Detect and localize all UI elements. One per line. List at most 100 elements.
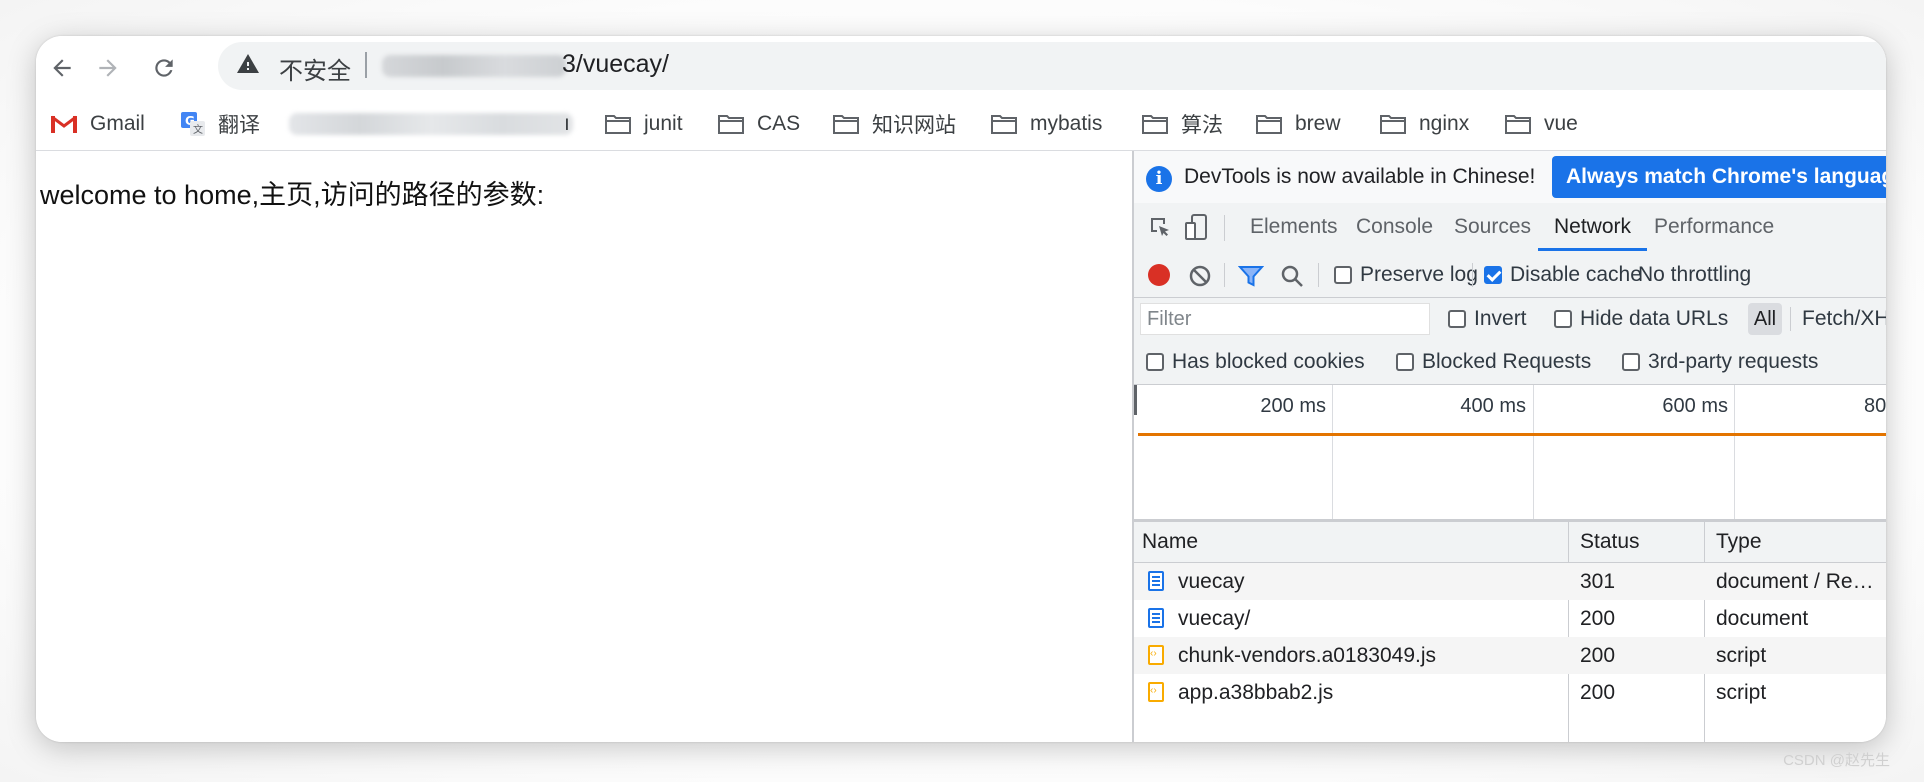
invert-label: Invert <box>1474 307 1527 330</box>
blurred-bookmarks <box>289 113 573 135</box>
folder-icon <box>991 115 1017 134</box>
script-icon <box>1148 645 1164 665</box>
timeline-gridline <box>1332 385 1333 519</box>
reload-icon <box>155 59 173 77</box>
hide-data-urls-label: Hide data URLs <box>1580 307 1729 330</box>
table-header: Name Status Type <box>1134 522 1886 563</box>
filter-icon[interactable] <box>1238 264 1264 288</box>
row-name: vuecay/ <box>1178 607 1251 630</box>
row-name: app.a38bbab2.js <box>1178 681 1334 704</box>
network-overview-timeline[interactable]: 200 ms 400 ms 600 ms 800 ms <box>1134 385 1886 522</box>
third-party-requests-checkbox[interactable]: 3rd-party requests <box>1622 340 1818 384</box>
bookmark-blurred-tail[interactable]: ı <box>564 98 570 150</box>
info-icon: i <box>1146 166 1172 192</box>
bookmark-folder-brew[interactable]: brew <box>1255 98 1341 150</box>
table-row[interactable]: vuecay 301 document / Re… <box>1134 563 1886 600</box>
bookmark-folder-nginx[interactable]: nginx <box>1379 98 1469 150</box>
table-row[interactable]: vuecay/ 200 document <box>1134 600 1886 637</box>
filter-all-button[interactable]: All <box>1748 303 1782 335</box>
tab-performance[interactable]: Performance <box>1654 203 1774 251</box>
bookmark-folder-vue[interactable]: vue <box>1504 98 1578 150</box>
security-label[interactable]: 不安全 <box>279 51 351 86</box>
arrow-left-icon <box>53 59 71 77</box>
table-row[interactable]: app.a38bbab2.js 200 script <box>1134 674 1886 711</box>
inspect-element-icon[interactable] <box>1148 215 1172 239</box>
checkbox-unchecked <box>1396 353 1414 371</box>
bookmark-folder-cas[interactable]: CAS <box>717 98 800 150</box>
tab-network[interactable]: Network <box>1538 203 1648 251</box>
bookmark-label: nginx <box>1419 112 1470 135</box>
hide-data-urls-checkbox[interactable]: Hide data URLs <box>1554 298 1728 340</box>
row-status: 200 <box>1580 644 1616 667</box>
timeline-gridline <box>1734 385 1735 519</box>
blocked-requests-checkbox[interactable]: Blocked Requests <box>1396 340 1591 384</box>
bookmark-folder-mybatis[interactable]: mybatis <box>990 98 1102 150</box>
checkbox-unchecked <box>1448 310 1466 328</box>
folder-icon <box>605 115 631 134</box>
reload-button[interactable] <box>144 48 184 88</box>
table-row[interactable]: chunk-vendors.a0183049.js 200 script <box>1134 637 1886 674</box>
clear-icon[interactable] <box>1188 264 1212 288</box>
tab-console[interactable]: Console <box>1356 203 1433 251</box>
match-language-button[interactable]: Always match Chrome's language <box>1552 156 1886 198</box>
tab-sources[interactable]: Sources <box>1454 203 1531 251</box>
has-blocked-cookies-checkbox[interactable]: Has blocked cookies <box>1146 340 1365 384</box>
disable-cache-checkbox[interactable]: Disable cache <box>1484 253 1642 297</box>
bookmark-folder-knowledge[interactable]: 知识网站 <box>832 98 956 150</box>
invert-checkbox[interactable]: Invert <box>1448 298 1527 340</box>
row-status: 200 <box>1580 681 1616 704</box>
column-name[interactable]: Name <box>1142 522 1198 562</box>
bookmark-folder-junit[interactable]: junit <box>604 98 683 150</box>
script-icon <box>1148 682 1164 702</box>
folder-icon <box>1505 115 1531 134</box>
url-text[interactable]: 3/vuecay/ <box>562 50 669 79</box>
filter-input[interactable]: Filter <box>1140 303 1430 335</box>
blocked-requests-label: Blocked Requests <box>1422 350 1592 373</box>
folder-icon <box>833 115 859 134</box>
blurred-host <box>382 55 566 77</box>
forward-button[interactable] <box>88 48 128 88</box>
row-type: document / Re… <box>1716 570 1874 593</box>
toolbar-divider <box>1790 307 1791 331</box>
devtools-tabs: Elements Console Sources Network Perform… <box>1134 203 1886 254</box>
record-icon[interactable] <box>1148 264 1170 286</box>
bookmark-folder-algorithms[interactable]: 算法 <box>1141 98 1223 150</box>
row-status: 301 <box>1580 570 1616 593</box>
timeline-cursor <box>1134 385 1137 415</box>
row-name: chunk-vendors.a0183049.js <box>1178 644 1437 667</box>
column-type[interactable]: Type <box>1716 522 1762 562</box>
toolbar-divider <box>1224 263 1225 287</box>
checkbox-unchecked <box>1146 353 1164 371</box>
tab-elements[interactable]: Elements <box>1250 203 1338 251</box>
device-toolbar-icon[interactable] <box>1184 213 1208 241</box>
bookmark-label: 翻译 <box>218 114 260 137</box>
page-viewport: welcome to home,主页,访问的路径的参数: <box>36 151 1132 742</box>
filter-fetch-xhr-button[interactable]: Fetch/XHR <box>1802 298 1886 340</box>
watermark: CSDN @赵先生 <box>1783 752 1890 769</box>
bookmark-label: brew <box>1295 112 1341 135</box>
bookmark-label: 知识网站 <box>872 114 956 137</box>
bookmark-label: CAS <box>757 112 801 135</box>
toolbar-divider <box>1472 263 1473 287</box>
infobar-message: DevTools is now available in Chinese! <box>1184 165 1536 188</box>
bookmark-translate[interactable]: G 文 翻译 <box>180 98 260 150</box>
preserve-log-checkbox[interactable]: Preserve log <box>1334 253 1478 297</box>
row-status: 200 <box>1580 607 1616 630</box>
throttling-select[interactable]: No throttling <box>1638 253 1751 297</box>
search-icon[interactable] <box>1280 264 1304 288</box>
page-body-text: welcome to home,主页,访问的路径的参数: <box>40 180 545 210</box>
timeline-tick: 200 ms <box>1260 395 1326 417</box>
network-filter-bar-secondary: Has blocked cookies Blocked Requests 3rd… <box>1134 340 1886 385</box>
timeline-tick: 600 ms <box>1662 395 1728 417</box>
bookmark-label: vue <box>1544 112 1578 135</box>
gmail-icon <box>51 115 77 133</box>
checkbox-checked <box>1484 266 1502 284</box>
toolbar-divider <box>1318 263 1319 287</box>
bookmark-gmail[interactable]: Gmail <box>50 98 145 150</box>
back-button[interactable] <box>42 48 82 88</box>
folder-icon <box>718 115 744 134</box>
toolbar-divider <box>1224 215 1225 241</box>
timeline-tick: 800 ms <box>1864 395 1886 417</box>
address-divider <box>365 52 367 78</box>
column-status[interactable]: Status <box>1580 522 1640 562</box>
